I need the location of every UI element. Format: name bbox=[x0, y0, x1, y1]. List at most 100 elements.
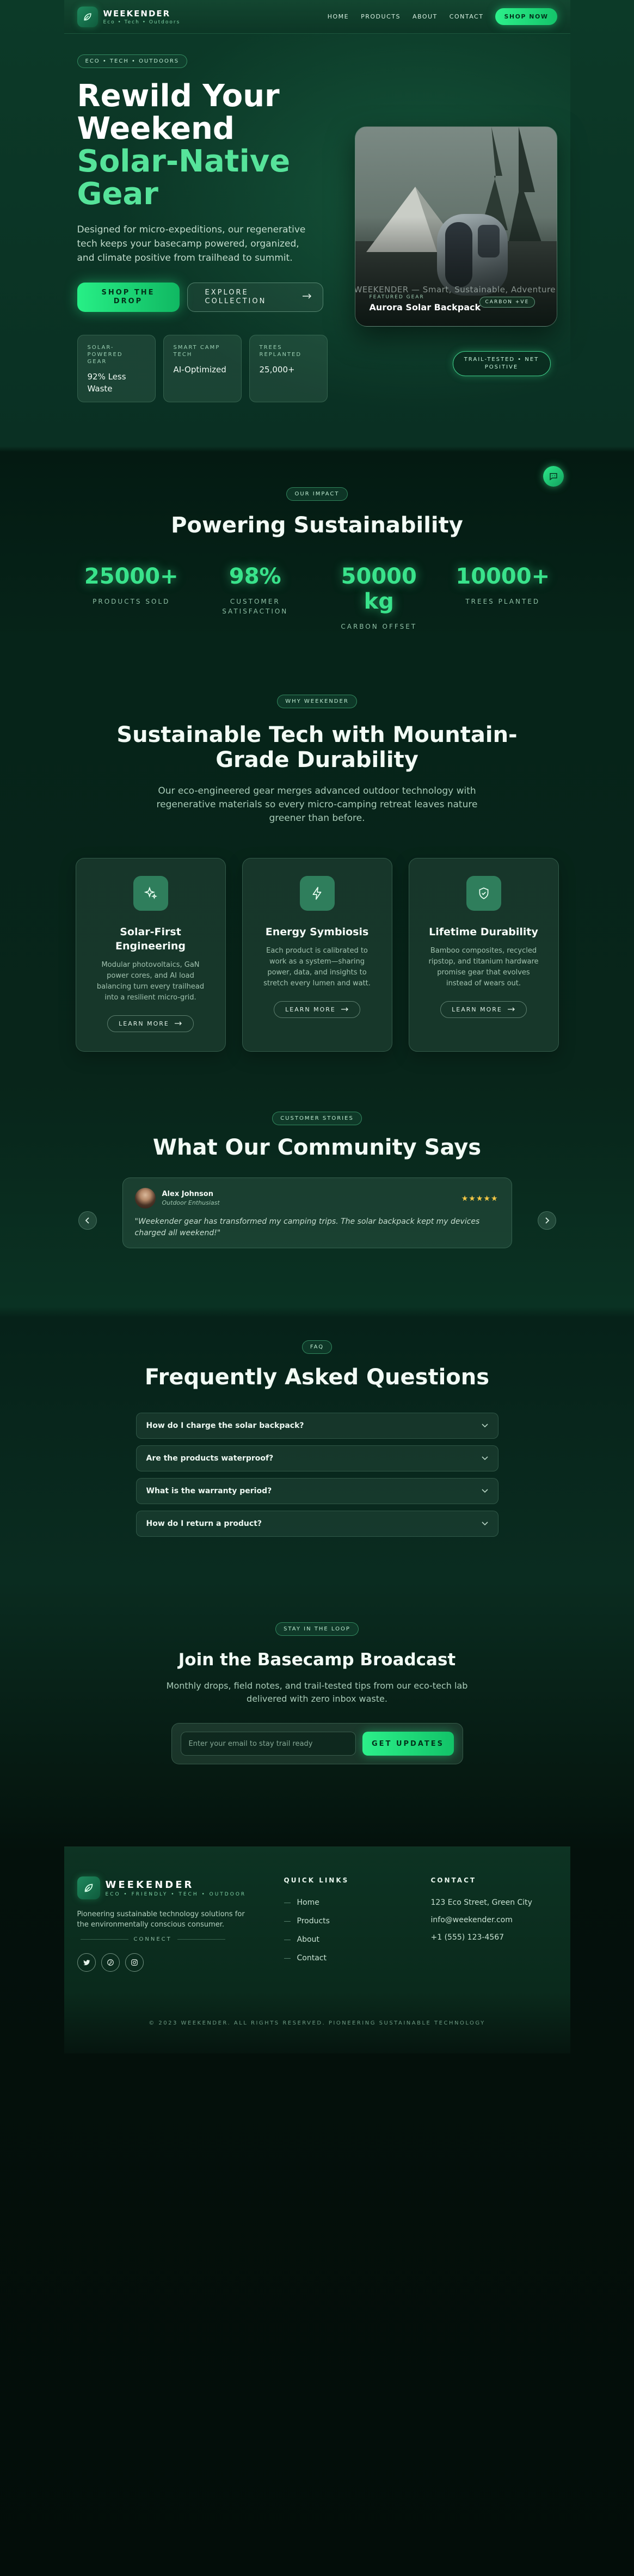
footer-description: Pioneering sustainable technology soluti… bbox=[77, 1910, 245, 1929]
newsletter-description: Monthly drops, field notes, and trail-te… bbox=[166, 1680, 468, 1704]
feature-cards: Solar-First Engineering Modular photovol… bbox=[64, 858, 570, 1052]
leaf-logo-icon bbox=[77, 1876, 100, 1899]
chat-button[interactable] bbox=[543, 466, 564, 487]
faq-title: Frequently Asked Questions bbox=[144, 1365, 490, 1390]
hero-title-accent2: Gear bbox=[77, 176, 158, 212]
shop-now-button[interactable]: SHOP NOW bbox=[495, 8, 557, 25]
contact-title: CONTACT bbox=[430, 1876, 477, 1884]
social-links bbox=[77, 1953, 284, 1972]
email-input[interactable] bbox=[180, 1732, 356, 1756]
shop-the-drop-button[interactable]: SHOP THE DROP bbox=[77, 283, 180, 312]
stat-card: TREES REPLANTED 25,000+ bbox=[249, 335, 328, 402]
twitter-icon[interactable] bbox=[77, 1953, 96, 1972]
featured-label: FEATURED GEAR bbox=[369, 295, 424, 300]
faq-question: How do I return a product? bbox=[146, 1519, 262, 1528]
copyright: © 2023 WEEKENDER. ALL RIGHTS RESERVED. P… bbox=[149, 2020, 485, 2026]
get-updates-button[interactable]: GET UPDATES bbox=[362, 1732, 454, 1756]
pinterest-icon[interactable] bbox=[101, 1953, 120, 1972]
learn-more-button[interactable]: LEARN MORE bbox=[274, 1001, 360, 1018]
learn-more-button[interactable]: LEARN MORE bbox=[440, 1001, 527, 1018]
arrow-right-icon bbox=[174, 1020, 182, 1027]
feature-title: Energy Symbiosis bbox=[265, 926, 369, 938]
impact-stats: 25000+ PRODUCTS SOLD 98% CUSTOMER SATISF… bbox=[64, 564, 570, 631]
hero-title-line1: Rewild Your bbox=[77, 78, 280, 114]
quick-links-list: Home Products About Contact bbox=[284, 1898, 431, 1962]
nav-link-products[interactable]: PRODUCTS bbox=[361, 13, 401, 20]
faq-item[interactable]: How do I return a product? bbox=[136, 1511, 498, 1537]
learn-more-button[interactable]: LEARN MORE bbox=[107, 1015, 194, 1032]
why-title: Sustainable Tech with Mountain-Grade Dur… bbox=[116, 722, 518, 772]
impact-label: PRODUCTS SOLD bbox=[93, 598, 170, 605]
dash-icon bbox=[284, 1958, 291, 1959]
footer-brand-name: WEEKENDER bbox=[105, 1879, 194, 1891]
instagram-icon[interactable] bbox=[125, 1953, 144, 1972]
why-description: Our eco-engineered gear merges advanced … bbox=[156, 786, 478, 824]
stat-label: TREES REPLANTED bbox=[259, 345, 302, 358]
footer-link-label: Home bbox=[297, 1898, 319, 1907]
explore-collection-label: EXPLORE COLLECTION bbox=[205, 289, 267, 305]
chevron-left-icon bbox=[85, 1217, 89, 1224]
feature-description: Modular photovoltaics, GaN power cores, … bbox=[96, 961, 205, 1002]
learn-more-label: LEARN MORE bbox=[119, 1020, 169, 1027]
next-arrow-button[interactable] bbox=[537, 1211, 556, 1230]
faq-question: Are the products waterproof? bbox=[146, 1454, 274, 1463]
lightning-icon bbox=[299, 876, 335, 911]
stat-value: 92% Less Waste bbox=[87, 372, 126, 394]
footer-brand-tagline: ECO • FRIENDLY • TECH • OUTDOOR bbox=[105, 1891, 247, 1897]
testimonials-badge: CUSTOMER STORIES bbox=[272, 1112, 362, 1125]
testimonial-role: Outdoor Enthusiast bbox=[162, 1199, 220, 1206]
testimonials-section: CUSTOMER STORIES What Our Community Says… bbox=[64, 1112, 570, 1248]
hero-section: ECO • TECH • OUTDOORS Rewild Your Weeken… bbox=[64, 34, 570, 487]
chevron-down-icon bbox=[481, 1421, 488, 1430]
contact-column: CONTACT 123 Eco Street, Green City info@… bbox=[431, 1876, 532, 1972]
avatar bbox=[134, 1188, 156, 1209]
impact-value: 10000+ bbox=[456, 564, 550, 589]
prev-arrow-button[interactable] bbox=[78, 1211, 97, 1230]
nav-link-contact[interactable]: CONTACT bbox=[450, 13, 484, 20]
faq-item[interactable]: Are the products waterproof? bbox=[136, 1445, 498, 1471]
footer-link-products[interactable]: Products bbox=[284, 1917, 431, 1925]
contact-address: 123 Eco Street, Green City bbox=[430, 1898, 532, 1907]
feature-card: Solar-First Engineering Modular photovol… bbox=[75, 858, 226, 1052]
faq-item[interactable]: How do I charge the solar backpack? bbox=[136, 1413, 498, 1439]
footer: WEEKENDER ECO • FRIENDLY • TECH • OUTDOO… bbox=[64, 1847, 570, 2053]
impact-stat: 50000 kg CARBON OFFSET bbox=[324, 564, 433, 631]
connect-divider: CONNECT bbox=[77, 1936, 284, 1942]
connect-label: CONNECT bbox=[133, 1936, 172, 1942]
hero-title: Rewild Your Weekend Solar-Native Gear bbox=[77, 80, 333, 211]
carbon-chip: CARBON +VE bbox=[479, 297, 535, 308]
explore-collection-button[interactable]: EXPLORE COLLECTION bbox=[187, 283, 323, 312]
faq-badge: FAQ bbox=[301, 1340, 333, 1354]
nav-link-about[interactable]: ABOUT bbox=[413, 13, 438, 20]
shield-check-icon bbox=[466, 876, 501, 911]
footer-link-label: Contact bbox=[297, 1954, 327, 1962]
newsletter-form: GET UPDATES bbox=[171, 1723, 463, 1764]
footer-link-about[interactable]: About bbox=[284, 1935, 431, 1944]
sparkles-icon bbox=[133, 876, 168, 911]
trail-tested-badge: TRAIL-TESTED • NET POSITIVE bbox=[452, 351, 551, 376]
page: WEEKENDER Eco • Tech • Outdoors HOME PRO… bbox=[0, 0, 634, 2576]
faq-item[interactable]: What is the warranty period? bbox=[136, 1478, 498, 1504]
impact-badge: OUR IMPACT bbox=[286, 487, 348, 501]
content-wrapper: WEEKENDER Eco • Tech • Outdoors HOME PRO… bbox=[64, 0, 570, 2576]
featured-product-card[interactable]: WEEKENDER — Smart, Sustainable, Adventur… bbox=[354, 126, 557, 327]
dash-icon bbox=[284, 1921, 291, 1922]
footer-link-home[interactable]: Home bbox=[284, 1898, 431, 1907]
brand-tagline: Eco • Tech • Outdoors bbox=[103, 19, 181, 25]
impact-stat: 98% CUSTOMER SATISFACTION bbox=[201, 564, 310, 631]
contact-phone[interactable]: +1 (555) 123-4567 bbox=[431, 1933, 532, 1942]
newsletter-badge: STAY IN THE LOOP bbox=[275, 1622, 359, 1636]
footer-logo[interactable]: WEEKENDER ECO • FRIENDLY • TECH • OUTDOO… bbox=[77, 1876, 284, 1899]
faq-section: FAQ Frequently Asked Questions How do I … bbox=[64, 1340, 570, 1537]
why-badge: WHY WEEKENDER bbox=[277, 695, 357, 708]
footer-link-contact[interactable]: Contact bbox=[284, 1954, 431, 1962]
star-rating-icon: ★★★★★ bbox=[461, 1194, 498, 1203]
top-navigation: WEEKENDER Eco • Tech • Outdoors HOME PRO… bbox=[64, 0, 570, 34]
contact-email[interactable]: info@weekender.com bbox=[431, 1916, 532, 1924]
impact-section: OUR IMPACT Powering Sustainability 25000… bbox=[64, 487, 570, 631]
brand[interactable]: WEEKENDER Eco • Tech • Outdoors bbox=[77, 6, 181, 27]
arrow-right-icon bbox=[302, 293, 312, 302]
hero-stats: SOLAR-POWERED GEAR 92% Less Waste SMART … bbox=[77, 335, 333, 402]
nav-link-home[interactable]: HOME bbox=[328, 13, 349, 20]
stat-label: SMART CAMP TECH bbox=[173, 345, 220, 358]
